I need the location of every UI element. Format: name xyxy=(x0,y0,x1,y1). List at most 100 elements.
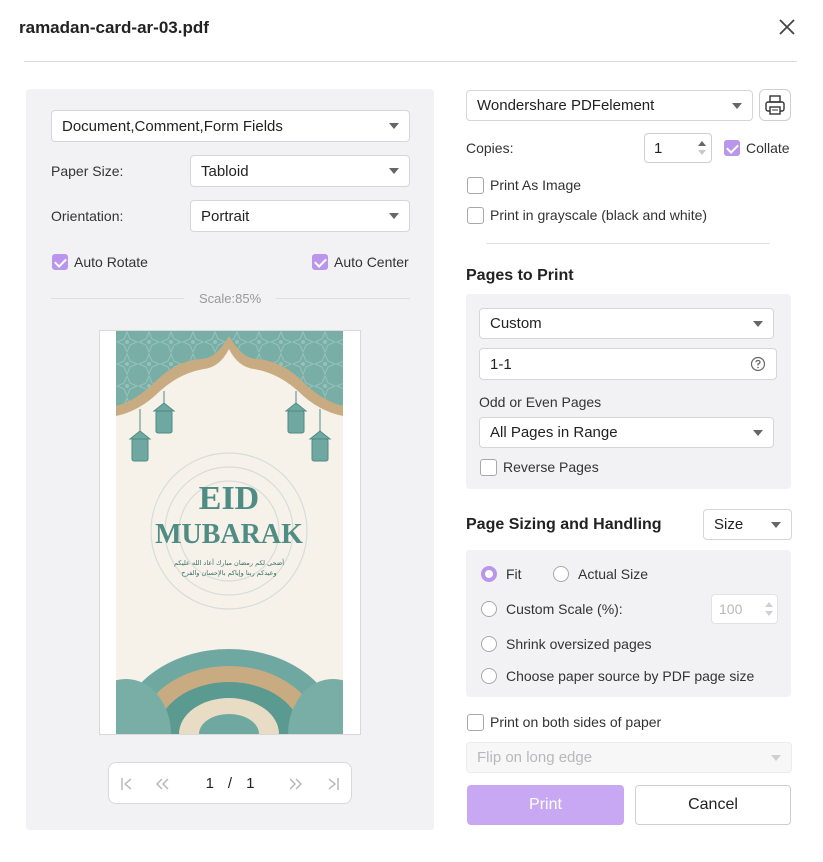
scale-divider-right xyxy=(276,298,410,299)
chevron-down-icon xyxy=(771,521,781,528)
copies-stepper[interactable]: 1 xyxy=(644,133,712,163)
actual-size-label: Actual Size xyxy=(578,566,649,583)
stepper-arrows-icon[interactable] xyxy=(697,138,707,158)
fit-radio[interactable] xyxy=(481,566,497,583)
actual-size-radio[interactable] xyxy=(553,566,569,583)
custom-scale-label: Custom Scale (%): xyxy=(506,601,623,618)
sizing-mode-value: Size xyxy=(714,516,744,533)
orientation-label: Orientation: xyxy=(51,208,124,224)
page-number-field[interactable]: 1 / 1 xyxy=(187,766,273,800)
paper-size-value: Tabloid xyxy=(201,162,249,180)
print-as-image-label: Print As Image xyxy=(490,177,582,194)
grayscale-label: Print in grayscale (black and white) xyxy=(490,207,708,224)
card-title-eid: EID xyxy=(199,480,259,517)
custom-scale-input[interactable]: 100 xyxy=(711,594,778,624)
window-title: ramadan-card-ar-03.pdf xyxy=(19,18,209,37)
both-sides-label: Print on both sides of paper xyxy=(490,714,662,731)
print-button[interactable]: Print xyxy=(467,785,624,825)
orientation-value: Portrait xyxy=(201,207,250,225)
sizing-mode-select[interactable]: Size xyxy=(703,509,792,540)
fit-option[interactable]: Fit xyxy=(481,565,522,583)
custom-scale-radio[interactable] xyxy=(481,601,497,618)
shrink-option[interactable]: Shrink oversized pages xyxy=(481,635,652,653)
reverse-pages-option[interactable]: Reverse Pages xyxy=(480,458,599,476)
auto-center-checkbox[interactable] xyxy=(312,254,328,271)
shrink-label: Shrink oversized pages xyxy=(506,636,652,653)
printer-icon xyxy=(765,95,785,115)
odd-even-select[interactable]: All Pages in Range xyxy=(479,417,774,448)
print-as-image-option[interactable]: Print As Image xyxy=(467,176,581,194)
collate-label: Collate xyxy=(746,140,790,157)
chevron-down-icon xyxy=(753,429,763,436)
odd-even-label: Odd or Even Pages xyxy=(479,394,602,410)
paper-source-radio[interactable] xyxy=(481,668,497,685)
card-arabic-line-2: وعيدكم ربنا وإياكم بالإحسان والفرح xyxy=(181,569,276,577)
card-preview-image: EID MUBARAK أضحى لكم رمضان مبارك أعاد ال… xyxy=(116,331,343,734)
last-page-icon[interactable] xyxy=(325,776,341,792)
flip-select[interactable]: Flip on long edge xyxy=(466,742,792,773)
paper-source-option[interactable]: Choose paper source by PDF page size xyxy=(481,667,755,685)
cancel-button[interactable]: Cancel xyxy=(635,785,791,825)
fit-label: Fit xyxy=(506,566,522,583)
auto-rotate-checkbox[interactable] xyxy=(52,254,68,271)
chevron-down-icon xyxy=(389,168,399,174)
paper-size-select[interactable]: Tabloid xyxy=(190,155,410,187)
odd-even-value: All Pages in Range xyxy=(490,424,618,441)
grayscale-option[interactable]: Print in grayscale (black and white) xyxy=(467,206,707,224)
reverse-pages-checkbox[interactable] xyxy=(480,458,497,476)
custom-scale-value: 100 xyxy=(719,601,743,617)
next-page-icon[interactable] xyxy=(287,776,305,792)
print-content-value: Document,Comment,Form Fields xyxy=(62,117,283,135)
previous-page-icon[interactable] xyxy=(153,776,171,792)
printer-select[interactable]: Wondershare PDFelement xyxy=(466,90,753,121)
header-divider xyxy=(24,61,797,62)
close-icon[interactable] xyxy=(775,15,799,39)
both-sides-checkbox[interactable] xyxy=(467,713,484,731)
page-range-value: 1-1 xyxy=(490,355,512,373)
printer-value: Wondershare PDFelement xyxy=(477,97,655,114)
card-title-mubarak: MUBARAK xyxy=(155,519,303,550)
pages-to-print-title: Pages to Print xyxy=(466,267,574,284)
chevron-down-icon xyxy=(389,123,399,129)
scale-label: Scale:85% xyxy=(199,291,262,306)
pages-mode-value: Custom xyxy=(490,315,542,332)
options-divider xyxy=(486,243,770,244)
scale-divider-left xyxy=(51,298,184,299)
total-pages: 1 xyxy=(246,774,255,792)
auto-center-option[interactable]: Auto Center xyxy=(312,253,409,271)
print-as-image-checkbox[interactable] xyxy=(467,176,484,194)
auto-center-label: Auto Center xyxy=(334,254,409,271)
flip-value: Flip on long edge xyxy=(477,749,593,766)
print-content-select[interactable]: Document,Comment,Form Fields xyxy=(51,110,410,142)
first-page-icon[interactable] xyxy=(119,776,135,792)
copies-label: Copies: xyxy=(466,140,514,156)
printer-properties-button[interactable] xyxy=(759,89,791,121)
page-range-input[interactable]: 1-1 xyxy=(479,348,777,380)
actual-size-option[interactable]: Actual Size xyxy=(553,565,649,583)
pages-mode-select[interactable]: Custom xyxy=(479,308,774,339)
both-sides-option[interactable]: Print on both sides of paper xyxy=(467,713,661,731)
auto-rotate-label: Auto Rotate xyxy=(74,254,148,271)
orientation-select[interactable]: Portrait xyxy=(190,200,410,232)
chevron-down-icon xyxy=(753,320,763,327)
chevron-down-icon xyxy=(732,102,742,109)
grayscale-checkbox[interactable] xyxy=(467,206,484,224)
paper-size-label: Paper Size: xyxy=(51,163,124,179)
collate-checkbox[interactable] xyxy=(724,140,740,157)
chevron-down-icon xyxy=(389,213,399,219)
card-arabic-line-1: أضحى لكم رمضان مبارك أعاد الله عليكم xyxy=(174,558,284,567)
auto-rotate-option[interactable]: Auto Rotate xyxy=(52,253,148,271)
page-sizing-title: Page Sizing and Handling xyxy=(466,516,662,533)
copies-value: 1 xyxy=(654,140,663,157)
collate-option[interactable]: Collate xyxy=(724,139,790,157)
custom-scale-option[interactable]: Custom Scale (%): xyxy=(481,600,623,618)
eid-card-artwork: EID MUBARAK أضحى لكم رمضان مبارك أعاد ال… xyxy=(116,331,343,734)
page-separator: / xyxy=(227,774,233,792)
stepper-arrows-icon[interactable] xyxy=(764,599,774,619)
help-icon[interactable] xyxy=(750,356,766,372)
shrink-radio[interactable] xyxy=(481,636,497,653)
current-page: 1 xyxy=(205,774,214,792)
reverse-pages-label: Reverse Pages xyxy=(503,459,599,476)
chevron-down-icon xyxy=(771,754,781,761)
paper-source-label: Choose paper source by PDF page size xyxy=(506,668,755,685)
